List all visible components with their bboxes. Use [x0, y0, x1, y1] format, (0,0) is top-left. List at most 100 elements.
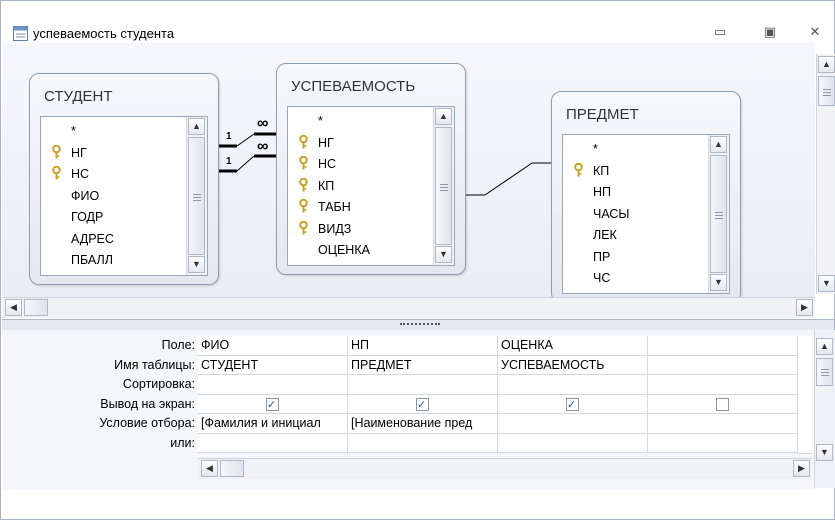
grid-horizontal-scrollbar[interactable]: ◀ ▶ — [198, 458, 812, 479]
show-checkbox[interactable] — [716, 397, 729, 411]
field-name: НП — [593, 185, 612, 199]
table-student[interactable]: СТУДЕНТ * НГ НС ФИО ГОДР АДРЕС ПБАЛЛ ▲ ▼ — [29, 73, 219, 285]
query-grid: Поле: Имя таблицы: Сортировка: Вывод на экр… — [2, 330, 835, 490]
field-name: ФИО — [71, 188, 100, 203]
field-name: НГ — [71, 145, 87, 160]
grid-cell-criteria[interactable]: [Наименование пред — [348, 414, 498, 434]
field-item[interactable]: КП — [288, 176, 434, 196]
grid-empty-column[interactable] — [798, 336, 812, 454]
scroll-up-icon[interactable]: ▲ — [435, 108, 452, 125]
grid-cell-sort[interactable] — [648, 375, 798, 395]
field-list-scrollbar[interactable]: ▲ ▼ — [433, 107, 454, 265]
grid-cell-field[interactable] — [648, 336, 798, 356]
grid-cell-or[interactable] — [198, 433, 348, 453]
scroll-thumb[interactable] — [816, 358, 833, 386]
scroll-left-icon[interactable]: ◀ — [201, 460, 218, 477]
field-name: ЧАСЫ — [593, 206, 630, 221]
field-item[interactable]: * — [563, 139, 709, 159]
grid-cell-field[interactable]: ОЦЕНКА — [498, 336, 648, 356]
scroll-down-icon[interactable]: ▼ — [816, 444, 833, 461]
field-name: КП — [593, 163, 610, 178]
show-checkbox[interactable] — [566, 396, 579, 413]
field-item[interactable]: ФИО — [41, 186, 187, 206]
grid-cell-field[interactable]: НП — [348, 336, 498, 356]
close-icon[interactable]: ✕ — [806, 24, 824, 40]
scroll-down-icon[interactable]: ▼ — [710, 274, 727, 291]
scroll-thumb[interactable] — [710, 155, 727, 273]
scroll-up-icon[interactable]: ▲ — [188, 118, 205, 135]
field-item[interactable]: ТАБН — [288, 197, 434, 217]
field-item[interactable]: ПР — [563, 247, 709, 267]
field-item[interactable]: ЧС — [563, 268, 709, 288]
grid-cell-or[interactable] — [348, 433, 498, 453]
grid-cell-show[interactable] — [498, 394, 648, 414]
grid-cell-table[interactable]: УСПЕВАЕМОСТЬ — [498, 355, 648, 375]
field-name: КП — [318, 178, 335, 193]
grid-cell-show[interactable] — [648, 394, 798, 414]
scroll-thumb[interactable] — [818, 76, 835, 106]
grid-cell-criteria[interactable] — [648, 414, 798, 434]
field-item[interactable]: НС — [288, 154, 434, 174]
scroll-down-icon[interactable]: ▼ — [188, 256, 205, 273]
grid-cell-table[interactable]: СТУДЕНТ — [198, 355, 348, 375]
grid-cell-sort[interactable] — [498, 375, 648, 395]
title-bar: успеваемость студента ▭ ▣ ✕ — [1, 1, 834, 41]
table-subject[interactable]: ПРЕДМЕТ * КП НП ЧАСЫ ЛЕК ПР ЧС ▲ ▼ — [551, 91, 741, 303]
scroll-thumb[interactable] — [24, 299, 48, 316]
field-item[interactable]: ЛЕК — [563, 225, 709, 245]
field-item[interactable]: КП — [563, 161, 709, 181]
field-name: НГ — [318, 135, 334, 150]
grid-cell-table[interactable]: ПРЕДМЕТ — [348, 355, 498, 375]
scroll-right-icon[interactable]: ▶ — [796, 299, 813, 316]
field-item[interactable]: ВИДЗ — [288, 219, 434, 239]
scroll-thumb[interactable] — [220, 460, 244, 477]
scroll-up-icon[interactable]: ▲ — [710, 136, 727, 153]
field-name: * — [593, 142, 598, 156]
scroll-thumb[interactable] — [188, 137, 205, 255]
key-icon — [299, 199, 308, 213]
show-checkbox[interactable] — [266, 396, 279, 413]
field-item[interactable]: ПБАЛЛ — [41, 250, 187, 270]
scroll-up-icon[interactable]: ▲ — [818, 56, 835, 73]
table-progress[interactable]: УСПЕВАЕМОСТЬ * НГ НС КП ТАБН ВИДЗ ОЦЕНКА ▲ ▼ — [276, 63, 466, 275]
one-label: 1 — [226, 156, 232, 167]
field-item[interactable]: НГ — [41, 143, 187, 163]
scroll-right-icon[interactable]: ▶ — [793, 460, 810, 477]
grid-cell-or[interactable] — [648, 433, 798, 453]
grid-cell-show[interactable] — [348, 394, 498, 414]
scroll-down-icon[interactable]: ▼ — [435, 246, 452, 263]
minimize-icon[interactable]: ▭ — [711, 24, 729, 40]
scroll-thumb[interactable] — [435, 127, 452, 245]
scroll-down-icon[interactable]: ▼ — [818, 275, 835, 292]
field-item[interactable]: АДРЕС — [41, 229, 187, 249]
window-title: успеваемость студента — [33, 26, 175, 41]
field-item[interactable]: ЧАСЫ — [563, 204, 709, 224]
field-item[interactable]: * — [288, 111, 434, 131]
grid-cell-sort[interactable] — [198, 375, 348, 395]
scroll-left-icon[interactable]: ◀ — [5, 299, 22, 316]
grid-cell-show[interactable] — [198, 394, 348, 414]
restore-icon[interactable]: ▣ — [761, 24, 779, 40]
grid-vertical-scrollbar[interactable]: ▲ ▼ — [814, 330, 835, 488]
field-item[interactable]: НС — [41, 164, 187, 184]
grid-cell-or[interactable] — [498, 433, 648, 453]
field-list-scrollbar[interactable]: ▲ ▼ — [186, 117, 207, 275]
grid-cell-sort[interactable] — [348, 375, 498, 395]
field-list-scrollbar[interactable]: ▲ ▼ — [708, 135, 729, 293]
field-item[interactable]: * — [41, 121, 187, 141]
field-item[interactable]: НГ — [288, 133, 434, 153]
scroll-up-icon[interactable]: ▲ — [816, 338, 833, 355]
field-item[interactable]: НП — [563, 182, 709, 202]
show-checkbox[interactable] — [416, 396, 429, 413]
diagram-vertical-scrollbar[interactable]: ▲ ▼ — [816, 54, 835, 294]
splitter-grip[interactable] — [400, 323, 440, 328]
field-item[interactable]: ОЦЕНКА — [288, 240, 434, 260]
field-item[interactable]: ГОДР — [41, 207, 187, 227]
grid-cell-criteria[interactable] — [498, 414, 648, 434]
grid-cell-criteria[interactable]: [Фамилия и инициал — [198, 414, 348, 434]
diagram-horizontal-scrollbar[interactable]: ◀ ▶ — [2, 297, 815, 318]
grid-cell-table[interactable] — [648, 355, 798, 375]
table-diagram-area: 1 1 ∞ ∞ СТУДЕНТ * НГ НС ФИО ГОДР АДРЕС ПБАЛЛ ▲ ▼… — [2, 43, 815, 303]
grid-cell-field[interactable]: ФИО — [198, 336, 348, 356]
grid-row-label: Имя таблицы: — [114, 357, 195, 372]
